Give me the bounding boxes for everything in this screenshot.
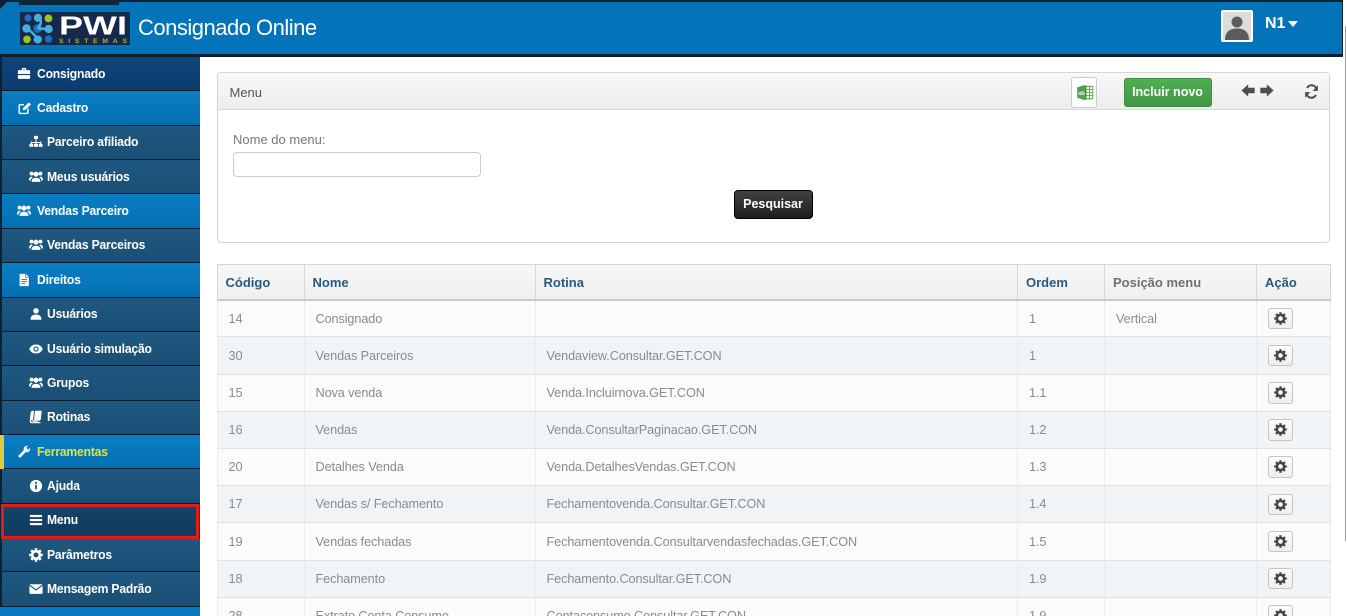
svg-text:SISTEMAS: SISTEMAS xyxy=(59,37,127,44)
svg-text:PWI: PWI xyxy=(59,12,127,41)
svg-text:xb: xb xyxy=(1078,91,1085,97)
